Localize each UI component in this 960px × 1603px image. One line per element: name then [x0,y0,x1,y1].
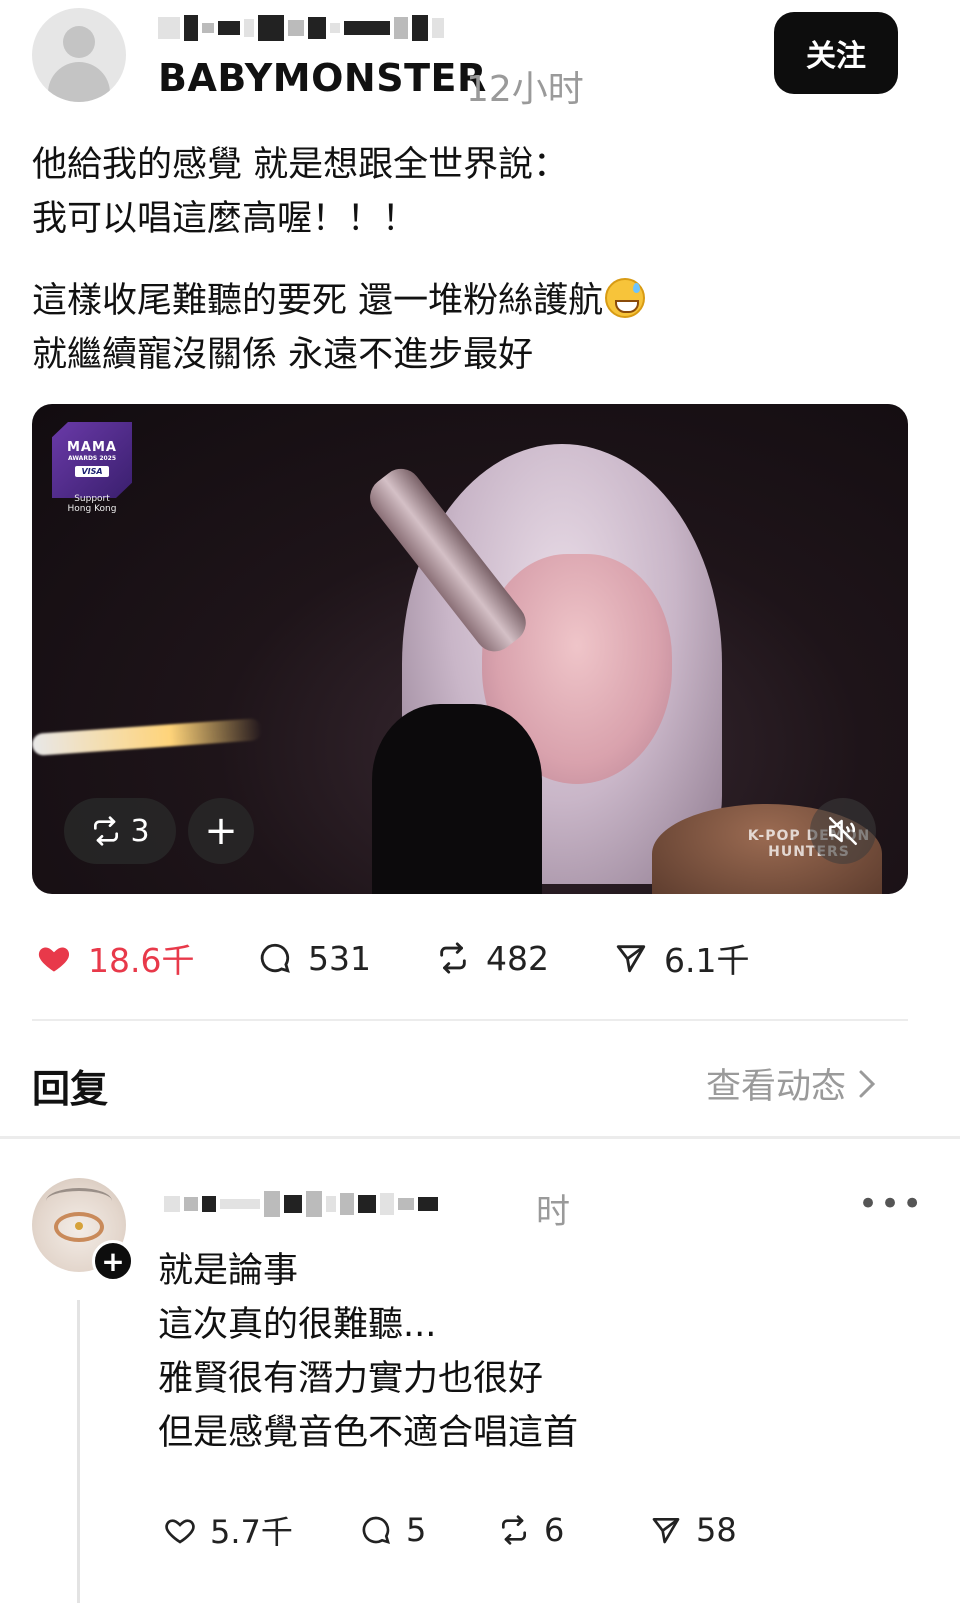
comment-count: 531 [308,938,371,978]
repost-button[interactable]: 482 [436,939,614,978]
author-avatar[interactable] [32,8,126,102]
repost-icon [94,816,119,846]
video-repost-count: 3 [130,813,150,849]
mama-logo-subtext: AWARDS 2025 [67,455,117,462]
share-count: 6.1千 [664,941,750,980]
view-activity-label: 查看动态 [706,1067,847,1107]
redacted-username [158,14,444,42]
comment-text-line-2: 這次真的很難聽... [158,1305,437,1345]
replies-heading: 回复 [32,1067,109,1111]
sweat-smile-emoji-icon [605,278,646,318]
comment-reply-count: 5 [406,1511,427,1549]
redacted-commenter-name [164,1184,438,1224]
comment-stats-bar: 5.7千 5 6 58 [164,1508,737,1552]
share-button[interactable]: 6.1千 [614,934,749,982]
post-timestamp: 12小时 [466,69,584,110]
stage-light-flare [32,718,263,756]
comment-text-line-3: 雅賢很有潛力實力也很好 [158,1359,544,1399]
post-text-line-3-content: 這樣收尾難聽的要死 還一堆粉絲護航 [32,281,604,321]
follow-button[interactable]: 关注 [774,12,898,94]
post-text-line-2: 我可以唱這麼高喔！！！ [32,199,418,239]
comment-like-button[interactable]: 5.7千 [164,1507,360,1553]
comment-reply-button[interactable]: 5 [360,1511,498,1549]
mama-awards-logo: MAMA AWARDS 2025 VISA [52,422,132,498]
repost-icon [440,942,466,974]
chevron-right-icon [859,1070,876,1097]
post-text-line-4: 就繼續寵沒關係 永遠不進步最好 [32,335,534,375]
comment-bubble-icon [260,943,290,973]
thread-line [77,1300,80,1603]
more-options-icon[interactable]: ••• [858,1184,924,1224]
repost-count: 482 [486,938,549,978]
section-divider [0,1136,960,1139]
comment-button[interactable]: 531 [258,939,436,978]
video-repost-button[interactable]: 3 [64,798,176,864]
comment-repost-button[interactable]: 6 [498,1511,650,1549]
comment-repost-count: 6 [544,1511,565,1549]
performer-glove [372,704,542,894]
comment-text-line-4: 但是感覺音色不適合唱這首 [158,1413,579,1453]
repost-icon [502,1515,526,1545]
support-hong-kong-text: Support Hong Kong [67,494,117,514]
divider [32,1019,908,1021]
post-text-line-1: 他給我的感覺 就是想跟全世界說： [32,145,569,185]
post-stats-bar: 18.6千 531 482 6.1千 [36,934,749,982]
like-button[interactable]: 18.6千 [36,934,258,982]
default-user-icon [63,26,95,58]
post-video[interactable]: MAMA AWARDS 2025 VISA Support Hong Kong … [32,404,908,894]
mama-logo-text: MAMA [67,440,117,455]
mute-toggle-button[interactable] [810,798,876,864]
comment-share-button[interactable]: 58 [650,1511,737,1549]
comment-timestamp: 时 [536,1192,570,1232]
comment-share-count: 58 [696,1511,737,1549]
visa-sponsor-badge: VISA [75,466,109,477]
send-icon [616,945,646,973]
follow-commenter-button[interactable]: + [92,1240,134,1282]
plus-icon: + [101,1244,125,1278]
author-name[interactable]: BABYMONSTER [158,56,487,100]
like-count: 18.6千 [88,941,195,980]
video-add-button[interactable]: + [188,798,254,864]
comment-like-count: 5.7千 [210,1513,293,1551]
heart-filled-icon [38,947,70,972]
view-activity-link[interactable]: 查看动态 [706,1058,878,1109]
plus-icon: + [204,808,238,854]
post-text-line-3: 這樣收尾難聽的要死 還一堆粉絲護航 [32,274,646,328]
speaker-muted-icon [828,816,858,846]
heart-outline-icon [165,1519,195,1544]
send-icon [652,1518,680,1544]
comment-text-line-1: 就是論事 [158,1251,299,1291]
comment-bubble-icon [362,1516,390,1544]
